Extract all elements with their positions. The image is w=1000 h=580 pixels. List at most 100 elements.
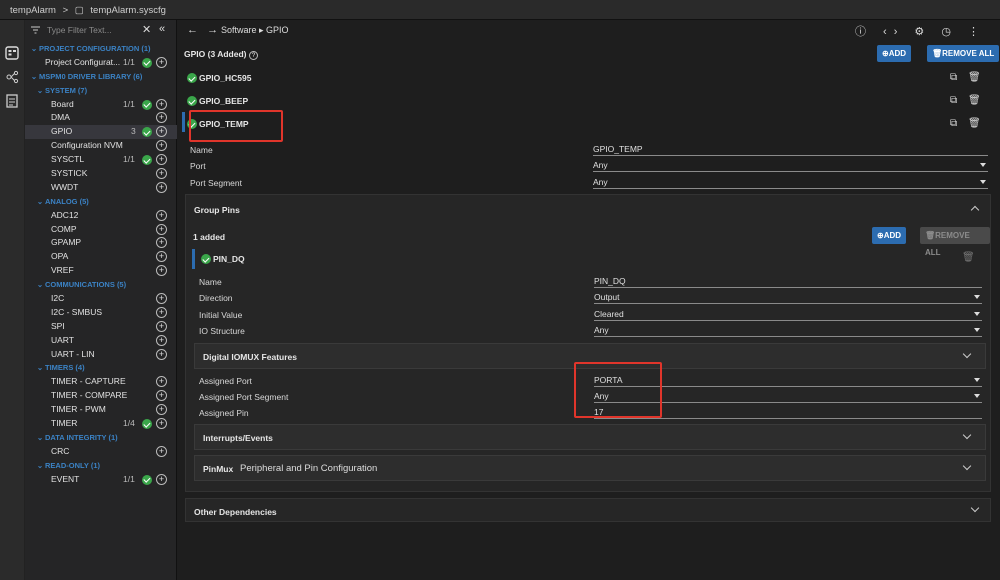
tree-category[interactable]: ⌄ MSPM0 DRIVER LIBRARY (6) (25, 70, 177, 84)
chevron-down-icon[interactable]: ⌄ (29, 42, 39, 56)
initial-value-select[interactable]: Cleared (594, 308, 982, 321)
direction-select[interactable]: Output (594, 291, 982, 304)
breadcrumb-file[interactable]: tempAlarm.syscfg (90, 5, 166, 16)
tree-category[interactable]: ⌄ DATA INTEGRITY (1) (25, 431, 177, 445)
clear-filter-icon[interactable]: ✕ (142, 23, 151, 36)
toolbar-icons[interactable]: ⓘ ‹› ⚙ ◷ ⋮ (855, 23, 986, 39)
add-instance-icon[interactable]: + (156, 334, 167, 346)
file-breadcrumb[interactable]: tempAlarm > ▢ tempAlarm.syscfg (10, 5, 170, 16)
help-icon[interactable]: ? (248, 51, 258, 60)
group-pins-title[interactable]: Group Pins (194, 205, 240, 215)
tree-item[interactable]: COMP + (25, 223, 177, 237)
pin-dq-item[interactable]: PIN_DQ (201, 254, 245, 272)
add-instance-icon[interactable]: + (156, 251, 167, 263)
forward-icon[interactable]: → (207, 24, 218, 36)
chevron-down-icon[interactable]: ⌄ (29, 70, 39, 84)
expand-icon[interactable] (962, 349, 972, 359)
add-instance-icon[interactable]: + (156, 209, 167, 221)
add-instance-icon[interactable]: + (156, 126, 167, 138)
add-button[interactable]: ⊕ADD (877, 45, 912, 62)
expand-icon[interactable] (962, 461, 972, 471)
add-instance-icon[interactable]: + (156, 473, 167, 485)
expand-icon[interactable] (962, 430, 972, 440)
tree-item[interactable]: Board 1/1 + (25, 98, 177, 112)
add-instance-icon[interactable]: + (156, 376, 167, 388)
tree-item[interactable]: GPAMP + (25, 236, 177, 250)
tree-item[interactable]: WWDT + (25, 181, 177, 195)
copy-icon[interactable]: ⧉ (950, 95, 957, 106)
pin-name-field[interactable]: PIN_DQ (594, 275, 982, 288)
tree-item[interactable]: TIMER - PWM + (25, 403, 177, 417)
add-instance-icon[interactable]: + (156, 56, 167, 68)
tree-item[interactable]: VREF + (25, 264, 177, 278)
copy-icon[interactable]: ⧉ (950, 72, 957, 83)
trash-icon[interactable]: 🗑 (968, 95, 981, 106)
tree-item[interactable]: UART + (25, 334, 177, 348)
tree-item[interactable]: ADC12 + (25, 209, 177, 223)
chevron-down-icon[interactable]: ⌄ (35, 278, 45, 292)
add-instance-icon[interactable]: + (156, 237, 167, 249)
hardware-view-icon[interactable] (5, 70, 19, 84)
remove-all-pins-button[interactable]: 🗑REMOVE ALL (920, 227, 990, 257)
tree-item[interactable]: I2C + (25, 292, 177, 306)
tree-item[interactable]: TIMER 1/4 + (25, 417, 177, 431)
trash-icon[interactable]: 🗑 (962, 252, 975, 263)
tree-item[interactable]: GPIO 3 + (25, 125, 177, 140)
add-instance-icon[interactable]: + (156, 390, 167, 402)
chevron-down-icon[interactable]: ⌄ (35, 431, 45, 445)
copy-icon[interactable]: ⧉ (950, 118, 957, 129)
chevron-down-icon[interactable]: ⌄ (35, 361, 45, 375)
tree-item[interactable]: DMA + (25, 111, 177, 125)
report-view-icon[interactable] (5, 94, 19, 108)
tree-category[interactable]: ⌄ COMMUNICATIONS (5) (25, 278, 177, 292)
trash-icon[interactable]: 🗑 (968, 118, 981, 129)
tree-item[interactable]: CRC + (25, 445, 177, 459)
add-instance-icon[interactable]: + (156, 181, 167, 193)
add-instance-icon[interactable]: + (156, 223, 167, 235)
expand-icon[interactable] (970, 503, 980, 513)
add-instance-icon[interactable]: + (156, 293, 167, 305)
tree-item[interactable]: TIMER - COMPARE + (25, 389, 177, 403)
collapse-icon[interactable] (970, 205, 980, 215)
filter-input[interactable]: Type Filter Text... (47, 25, 112, 35)
io-structure-select[interactable]: Any (594, 324, 982, 337)
tree-category[interactable]: ⌄ ANALOG (5) (25, 195, 177, 209)
tree-category[interactable]: ⌄ SYSTEM (7) (25, 84, 177, 98)
breadcrumb[interactable]: Software ▸ GPIO (221, 25, 289, 36)
add-instance-icon[interactable]: + (156, 418, 167, 430)
trash-icon[interactable]: 🗑 (968, 72, 981, 83)
instance-gpio-hc595[interactable]: GPIO_HC595 (187, 73, 251, 91)
add-instance-icon[interactable]: + (156, 168, 167, 180)
other-dependencies-section[interactable]: Other Dependencies (185, 498, 991, 522)
add-instance-icon[interactable]: + (156, 112, 167, 124)
tree-item[interactable]: UART - LIN + (25, 348, 177, 362)
add-instance-icon[interactable]: + (156, 320, 167, 332)
add-instance-icon[interactable]: + (156, 348, 167, 360)
tree-item[interactable]: Configuration NVM + (25, 139, 177, 153)
interrupts-events-section[interactable]: Interrupts/Events (194, 424, 986, 450)
add-instance-icon[interactable]: + (156, 265, 167, 277)
tree-item[interactable]: I2C - SMBUS + (25, 306, 177, 320)
tree-item[interactable]: TIMER - CAPTURE + (25, 375, 177, 389)
software-view-icon[interactable] (5, 46, 19, 60)
add-instance-icon[interactable]: + (156, 404, 167, 416)
chevron-down-icon[interactable]: ⌄ (35, 459, 45, 473)
chevron-down-icon[interactable]: ⌄ (35, 84, 45, 98)
back-icon[interactable]: ← (187, 24, 198, 36)
port-segment-select[interactable]: Any (593, 176, 988, 189)
add-instance-icon[interactable]: + (156, 445, 167, 457)
chevron-down-icon[interactable]: ⌄ (35, 195, 45, 209)
add-instance-icon[interactable]: + (156, 154, 167, 166)
pinmux-section[interactable]: PinMux Peripheral and Pin Configuration (194, 455, 986, 481)
name-field[interactable]: GPIO_TEMP (593, 143, 988, 156)
add-instance-icon[interactable]: + (156, 98, 167, 110)
add-instance-icon[interactable]: + (156, 140, 167, 152)
breadcrumb-project[interactable]: tempAlarm (10, 5, 56, 16)
tree-category[interactable]: ⌄ READ-ONLY (1) (25, 459, 177, 473)
tree-category[interactable]: ⌄ PROJECT CONFIGURATION (1) (25, 42, 177, 56)
tree-category[interactable]: ⌄ TIMERS (4) (25, 361, 177, 375)
tree-item[interactable]: Project Configurat... 1/1 + (25, 56, 177, 70)
tree-item[interactable]: SPI + (25, 320, 177, 334)
tree-item[interactable]: OPA + (25, 250, 177, 264)
collapse-sidebar-icon[interactable]: « (159, 23, 165, 35)
